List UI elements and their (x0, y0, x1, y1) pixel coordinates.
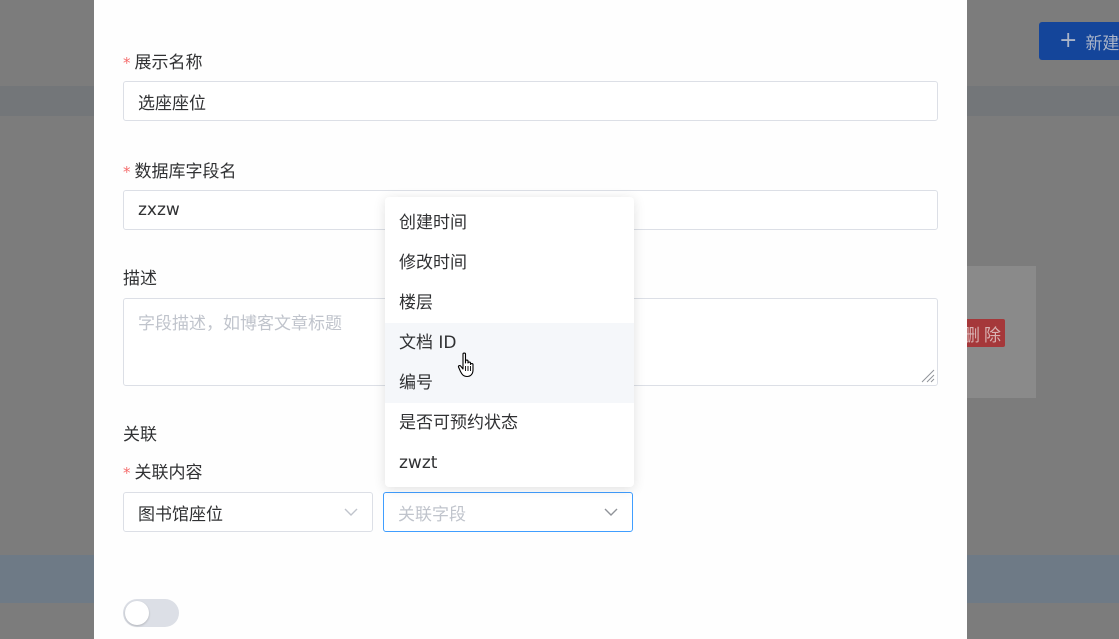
relation-field-placeholder: 关联字段 (398, 504, 466, 525)
dropdown-option-created-time[interactable]: 创建时间 (385, 203, 634, 243)
delete-button[interactable]: 删除 (963, 319, 1005, 347)
resize-handle-icon[interactable] (919, 367, 935, 383)
toggle-switch[interactable] (123, 599, 179, 627)
db-field-name-label: * 数据库字段名 (123, 162, 237, 182)
description-placeholder: 字段描述，如博客文章标题 (138, 314, 342, 334)
relation-collection-select[interactable]: 图书馆座位 (123, 492, 373, 532)
chevron-down-icon (604, 508, 618, 516)
relation-field-dropdown: 创建时间 修改时间 楼层 文档 ID 编号 是否可预约状态 zwzt (385, 197, 634, 487)
new-button-label: 新建 (1085, 33, 1119, 54)
display-name-label: * 展示名称 (123, 53, 203, 73)
display-name-input[interactable]: 选座座位 (123, 81, 938, 121)
chevron-down-icon (344, 508, 358, 516)
dropdown-option-floor[interactable]: 楼层 (385, 283, 634, 323)
dropdown-option-document-id[interactable]: 文档 ID (385, 323, 634, 363)
relation-section-label: 关联 (123, 425, 157, 445)
dropdown-option-reservable-status[interactable]: 是否可预约状态 (385, 403, 634, 443)
required-asterisk: * (123, 464, 131, 482)
dropdown-option-number[interactable]: 编号 (385, 363, 634, 403)
description-label: 描述 (123, 269, 157, 289)
relation-collection-value: 图书馆座位 (138, 504, 223, 525)
plus-icon: + (1059, 28, 1078, 53)
toggle-knob (125, 601, 149, 625)
new-button[interactable]: + 新建 (1039, 22, 1119, 60)
dropdown-option-modified-time[interactable]: 修改时间 (385, 243, 634, 283)
relation-content-label: * 关联内容 (123, 463, 203, 483)
required-asterisk: * (123, 163, 131, 181)
hand-pointer-icon (457, 352, 474, 378)
relation-field-select[interactable]: 关联字段 (383, 492, 633, 532)
dropdown-option-zwzt[interactable]: zwzt (385, 443, 634, 483)
required-asterisk: * (123, 54, 131, 72)
